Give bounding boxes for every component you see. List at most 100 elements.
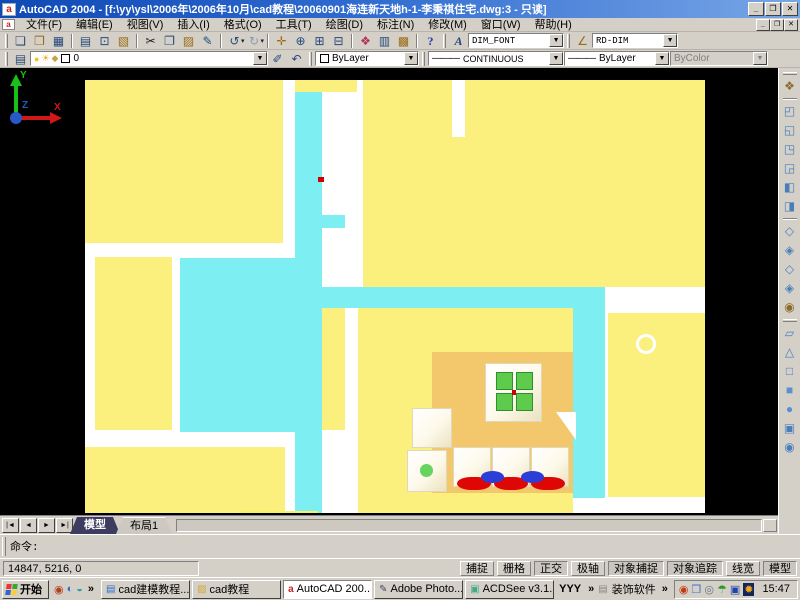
zoom-realtime-icon[interactable]: ⊕	[291, 33, 310, 49]
polar-toggle[interactable]: 极轴	[571, 561, 605, 576]
tab-model[interactable]: 模型	[70, 517, 120, 534]
corridor-stub[interactable]	[322, 215, 345, 228]
pan-icon[interactable]: ✛	[272, 33, 291, 49]
dim-style-icon[interactable]: ∠	[573, 33, 592, 49]
combo-arrow-icon[interactable]: ▼	[549, 52, 563, 65]
shade-hidden-icon[interactable]: □	[780, 362, 799, 381]
copy-icon[interactable]: ❐	[160, 33, 179, 49]
command-window[interactable]: 命令:	[0, 534, 800, 558]
shade-gouraud-edges-icon[interactable]: ◉	[780, 438, 799, 457]
tab-nav-next[interactable]: ►	[38, 518, 55, 533]
shade-flat-icon[interactable]: ■	[780, 381, 799, 400]
deco-toolbar-label[interactable]: 装饰软件	[610, 581, 658, 597]
text-style-icon[interactable]: A	[449, 33, 468, 49]
view-left-icon[interactable]: ◳	[780, 140, 799, 159]
properties-icon[interactable]: ❖	[356, 33, 375, 49]
text-style-combo[interactable]: DIM_FONT ▼	[468, 33, 564, 48]
tray-4-icon[interactable]: ☂	[717, 583, 727, 596]
view-sw-isometric-icon[interactable]: ◇	[780, 222, 799, 241]
color-control-combo[interactable]: ByLayer ▼	[315, 51, 419, 66]
grid-toggle[interactable]: 栅格	[497, 561, 531, 576]
layer-combo[interactable]: ● ☀ ◆ 0 ▼	[30, 51, 268, 66]
cyan-strip-right[interactable]	[573, 308, 605, 498]
layer-freeze-sun-icon[interactable]: ☀	[41, 53, 49, 64]
menu-help[interactable]: 帮助(H)	[528, 18, 579, 32]
otrack-toggle[interactable]: 对象追踪	[667, 561, 723, 576]
drawing-canvas[interactable]: Y X Z	[0, 68, 778, 515]
shade-3d-wireframe-icon[interactable]: △	[780, 343, 799, 362]
view-front-icon[interactable]: ◧	[780, 178, 799, 197]
room-right[interactable]	[608, 313, 705, 497]
dim-style-combo[interactable]: RD-DIM ▼	[592, 33, 678, 48]
armchair[interactable]	[412, 408, 452, 448]
layer-lock-icon[interactable]: ◆	[52, 53, 59, 64]
taskbar-clock[interactable]: 15:47	[757, 583, 793, 595]
yyy-toolbar-label[interactable]: YYY	[556, 583, 584, 595]
toolbar-grip[interactable]	[783, 72, 797, 75]
room-top-left[interactable]	[85, 80, 283, 243]
combo-arrow-icon[interactable]: ▼	[655, 52, 669, 65]
doc-close-button[interactable]: ✕	[784, 19, 798, 31]
chevron-icon[interactable]: »	[586, 583, 596, 595]
quick-launch-2-icon[interactable]: ◐	[67, 583, 74, 595]
lineweight-toggle[interactable]: 线宽	[726, 561, 760, 576]
view-se-isometric-icon[interactable]: ◈	[780, 241, 799, 260]
toolbar-grip[interactable]	[5, 34, 8, 48]
quick-launch-3-icon[interactable]: ◒	[76, 583, 83, 595]
menu-draw[interactable]: 绘图(D)	[319, 18, 370, 32]
toolbar-grip[interactable]	[5, 52, 8, 66]
tab-nav-last[interactable]: ►|	[56, 518, 73, 533]
toolbar-grip[interactable]	[309, 52, 312, 66]
open-icon[interactable]: ❒	[30, 33, 49, 49]
scrollbar-corner[interactable]	[763, 519, 777, 532]
chevron-icon[interactable]: »	[86, 583, 96, 595]
view-top-icon[interactable]: ◰	[780, 102, 799, 121]
layer-previous-icon[interactable]: ↶	[287, 51, 306, 67]
snap-toggle[interactable]: 捕捉	[460, 561, 494, 576]
command-prompt[interactable]: 命令:	[8, 535, 41, 558]
tray-1-icon[interactable]: ◉	[679, 583, 689, 596]
view-back-icon[interactable]: ◨	[780, 197, 799, 216]
tray-6-icon[interactable]: ✹	[743, 583, 754, 596]
menu-view[interactable]: 视图(V)	[120, 18, 171, 32]
publish-icon[interactable]: ▧	[114, 33, 133, 49]
tray-2-icon[interactable]: ❒	[691, 583, 701, 596]
plot-icon[interactable]: ▤	[76, 33, 95, 49]
combo-arrow-icon[interactable]: ▼	[253, 52, 267, 65]
view-bottom-icon[interactable]: ◱	[780, 121, 799, 140]
side-table[interactable]	[407, 450, 447, 492]
zoom-window-icon[interactable]: ⊞	[310, 33, 329, 49]
blue-cup[interactable]	[481, 471, 504, 483]
start-button[interactable]: 开始	[2, 580, 49, 599]
red-marker[interactable]	[318, 177, 324, 182]
cyan-hall[interactable]	[180, 258, 295, 432]
named-views-icon[interactable]: ❖	[780, 77, 799, 96]
room-mid-left[interactable]	[95, 257, 172, 430]
help-icon[interactable]: ?	[421, 33, 440, 49]
layer-on-bulb-icon[interactable]: ●	[34, 54, 39, 64]
menu-modify[interactable]: 修改(M)	[421, 18, 474, 32]
toolbar-grip[interactable]	[783, 319, 797, 322]
cut-icon[interactable]: ✂	[141, 33, 160, 49]
doc-minimize-button[interactable]: _	[756, 19, 770, 31]
zoom-previous-icon[interactable]: ⊟	[329, 33, 348, 49]
room-strip-center[interactable]	[322, 308, 345, 430]
blue-cup[interactable]	[521, 471, 544, 483]
save-icon[interactable]: ▦	[49, 33, 68, 49]
shade-2d-wireframe-icon[interactable]: ▱	[780, 324, 799, 343]
match-properties-icon[interactable]: ✎	[198, 33, 217, 49]
view-right-icon[interactable]: ◲	[780, 159, 799, 178]
tray-3-icon[interactable]: ◎	[704, 583, 714, 596]
menu-file[interactable]: 文件(F)	[19, 18, 69, 32]
combo-arrow-icon[interactable]: ▼	[404, 52, 418, 65]
task-adobe-photoshop[interactable]: ✎ Adobe Photo...	[374, 580, 463, 599]
linetype-combo[interactable]: ——— CONTINUOUS ▼	[428, 51, 564, 66]
menu-insert[interactable]: 插入(I)	[170, 18, 216, 32]
osnap-toggle[interactable]: 对象捕捉	[608, 561, 664, 576]
tab-nav-first[interactable]: |◄	[2, 518, 19, 533]
toolbar-grip[interactable]	[422, 52, 425, 66]
shade-gouraud-icon[interactable]: ●	[780, 400, 799, 419]
menu-tools[interactable]: 工具(T)	[269, 18, 319, 32]
menu-dimension[interactable]: 标注(N)	[370, 18, 421, 32]
designcenter-icon[interactable]: ▥	[375, 33, 394, 49]
